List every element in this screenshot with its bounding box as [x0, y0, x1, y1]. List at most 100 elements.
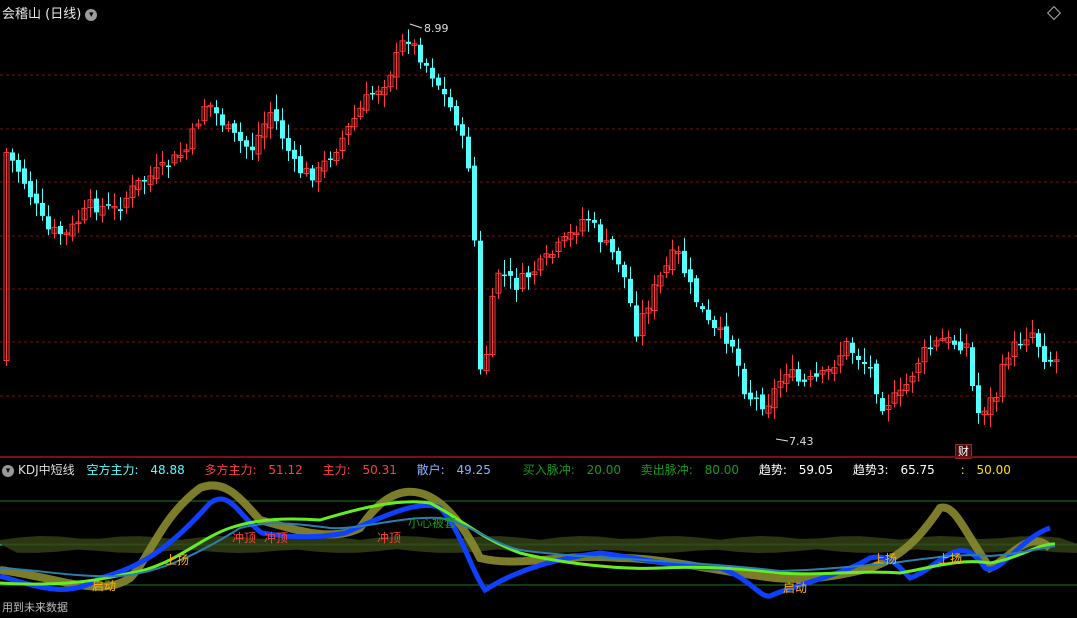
candle-body [1042, 346, 1047, 362]
candle-body [40, 203, 45, 216]
candle-body [478, 240, 483, 370]
candle-body [622, 264, 627, 278]
candle-body [430, 67, 435, 79]
candle-body [286, 138, 291, 151]
signal-start-1: 启动 [92, 579, 117, 593]
candle-body [730, 339, 735, 347]
candle-body [976, 385, 981, 414]
candle-body [328, 158, 333, 161]
candle-body [448, 97, 453, 108]
signal-rise-1: 上扬 [165, 553, 190, 567]
candle-body [10, 152, 15, 161]
candle-body [850, 342, 855, 353]
candle-body [928, 347, 933, 350]
candle-body [802, 379, 807, 382]
candle-body [952, 340, 957, 345]
candle-body [310, 168, 315, 181]
candle-body [508, 271, 513, 276]
candle-body [292, 149, 297, 159]
candle-body [856, 355, 861, 360]
candle-body [214, 107, 219, 114]
candlestick-chart[interactable] [0, 0, 1077, 456]
candle-body [736, 348, 741, 366]
candle-body [280, 120, 285, 139]
indicator-panel[interactable]: 上扬 冲顶 冲顶 冲顶 小心被套 启动 启动 上扬 上扬 [0, 458, 1077, 618]
candle-body [526, 272, 531, 278]
candle-body [370, 93, 375, 95]
candle-body [1048, 359, 1053, 362]
candle-body [592, 219, 597, 223]
candle-body [1018, 343, 1023, 346]
candle-body [688, 269, 693, 283]
candle-body [754, 397, 759, 399]
candle-body [760, 394, 765, 410]
chart-title: 会稽山 (日线) ▾ [2, 3, 98, 22]
signal-peak-3: 冲顶 [377, 531, 402, 545]
low-marker [775, 438, 789, 442]
candle-body [106, 204, 111, 206]
candle-body [502, 274, 507, 277]
candle-body [628, 278, 633, 304]
candle-body [274, 109, 279, 122]
low-price-label: 7.43 [789, 435, 814, 448]
candle-body [1036, 333, 1041, 347]
candle-body [682, 250, 687, 274]
candle-body [724, 326, 729, 344]
candle-body [586, 218, 591, 221]
candle-body [298, 156, 303, 174]
candle-body [634, 305, 639, 337]
candle-body [34, 193, 39, 204]
candle-body [406, 41, 411, 44]
candle-body [454, 106, 459, 126]
candle-body [466, 136, 471, 169]
candle-body [166, 165, 171, 167]
candle-body [460, 124, 465, 136]
candle-body [46, 216, 51, 230]
stock-title: 会稽山 (日线) [2, 7, 82, 22]
candle-body [694, 278, 699, 303]
candle-body [868, 367, 873, 369]
candle-body [616, 250, 621, 265]
candle-body [958, 341, 963, 351]
candle-body [58, 226, 63, 235]
candle-body [742, 368, 747, 395]
candle-body [94, 198, 99, 213]
chevron-down-icon[interactable]: ▾ [85, 8, 98, 21]
kdj-indicator-chart[interactable] [0, 458, 1077, 618]
candle-body [436, 77, 441, 86]
candle-body [418, 44, 423, 63]
candle-body [238, 131, 243, 141]
candle-body [472, 165, 477, 241]
candle-body [220, 114, 225, 126]
candle-body [970, 347, 975, 387]
candle-body [610, 238, 615, 253]
future-data-note: 用到未来数据 [2, 601, 68, 614]
signal-start-2: 启动 [783, 581, 808, 595]
candle-body [118, 209, 123, 211]
candle-body [748, 392, 753, 400]
price-chart-panel[interactable]: 会稽山 (日线) ▾ 8.99 7.43 财 [0, 0, 1077, 459]
signal-peak-2: 冲顶 [264, 531, 289, 545]
high-marker [409, 23, 423, 29]
candle-body [706, 309, 711, 321]
candle-body [862, 361, 867, 365]
candle-body [28, 181, 33, 198]
candle-body [796, 369, 801, 382]
candle-body [232, 123, 237, 133]
signal-rise-3: 上扬 [938, 552, 963, 566]
candle-body [244, 140, 249, 147]
candle-body [16, 159, 21, 172]
candle-body [442, 88, 447, 95]
candle-body [874, 363, 879, 395]
candle-body [814, 373, 819, 377]
candle-body [700, 306, 705, 310]
candle-body [598, 224, 603, 243]
signal-rise-2: 上扬 [873, 552, 898, 566]
candle-body [142, 180, 147, 182]
candle-body [880, 398, 885, 412]
candle-body [424, 63, 429, 66]
signal-peak-1: 冲顶 [232, 531, 257, 545]
candle-body [712, 319, 717, 329]
candle-body [250, 146, 255, 151]
candle-body [514, 277, 519, 290]
